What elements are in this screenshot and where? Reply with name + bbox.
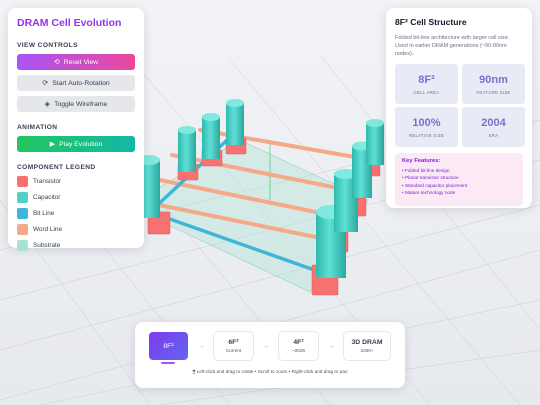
timeline-step-8f2[interactable]: 8F² [149,332,188,360]
word-line-swatch [17,224,28,235]
key-features-box: Key Features: • Folded bit-line design •… [395,153,523,206]
step-label: 4F² [293,339,304,346]
timeline-step-3d-dram[interactable]: 3D DRAM 2030+ [344,332,390,360]
reset-view-button[interactable]: ⟲ Reset View [17,54,135,70]
metric-label: RELATIVE SIZE [408,132,445,138]
metric-value: 2004 [481,116,506,129]
key-features-title: Key Features: [402,158,441,164]
legend-label: Substrate [33,242,61,249]
feature-item: • Planar transistor structure [402,175,459,181]
play-evolution-button[interactable]: ▶ Play Evolution [17,136,135,152]
substrate-swatch [17,240,28,251]
rotate-icon: ⟳ [42,79,49,87]
auto-rotation-label: Start Auto-Rotation [52,79,110,87]
metric-cell-area: 8F² CELL AREA [395,64,458,104]
reset-view-label: Reset View [63,58,99,66]
arrow-right-icon: → [197,342,205,350]
arrow-right-icon: → [262,342,270,350]
active-step-indicator [161,362,175,364]
metric-value: 90nm [479,73,508,86]
step-sub: Current [225,348,242,353]
legend-label: Word Line [33,226,63,233]
arrow-right-icon: → [327,342,335,350]
evolution-timeline: 8F² → 6F² Current → 4F² ~2028 → 3D DRAM … [135,322,405,388]
feature-item: • Mature technology node [402,190,456,196]
metrics-grid: 8F² CELL AREA 90nm FEATURE SIZE 100% REL… [395,64,525,147]
animation-heading: ANIMATION [17,124,58,131]
cube-icon: ◈ [44,100,51,108]
legend-label: Capacitor [33,194,61,201]
step-label: 3D DRAM [351,339,383,346]
reset-icon: ⟲ [53,58,60,66]
panel-title: DRAM Cell Evolution [17,17,122,29]
auto-rotation-button[interactable]: ⟳ Start Auto-Rotation [17,75,135,91]
bit-line-swatch [17,208,28,219]
legend-heading: COMPONENT LEGEND [17,164,96,171]
legend-item-word-line: Word Line [17,224,135,235]
view-controls-heading: VIEW CONTROLS [17,42,78,49]
legend-item-capacitor: Capacitor [17,192,135,203]
legend-label: Transistor [33,178,62,185]
feature-item: • Standard capacitor placement [402,182,468,188]
controls-hint: 🖱 Left-click and drag to rotate • Scroll… [192,369,348,374]
step-label: 8F² [163,342,174,350]
capacitor-swatch [17,192,28,203]
legend-item-bit-line: Bit Line [17,208,135,219]
transistor-swatch [17,176,28,187]
toggle-wireframe-label: Toggle Wireframe [54,100,108,108]
metric-relative-size: 100% RELATIVE SIZE [395,107,458,147]
step-sub: ~2028 [292,348,305,353]
metric-era: 2004 ERA [462,107,525,147]
info-description: Folded bit-line architecture with larger… [395,35,510,57]
controls-panel: DRAM Cell Evolution VIEW CONTROLS ⟲ Rese… [8,8,144,251]
step-label: 6F² [228,339,239,346]
metric-label: FEATURE SIZE [476,89,511,95]
feature-item: • Folded bit-line design [402,168,450,173]
metric-value: 8F² [418,73,435,86]
metric-feature-size: 90nm FEATURE SIZE [462,64,525,104]
metric-label: ERA [488,132,499,138]
play-icon: ▶ [49,140,56,148]
legend-label: Bit Line [33,210,55,217]
timeline-step-4f2[interactable]: 4F² ~2028 [279,332,318,360]
info-panel: 8F² Cell Structure Folded bit-line archi… [386,8,532,208]
metric-label: CELL AREA [413,89,440,95]
step-sub: 2030+ [360,348,374,353]
info-title: 8F² Cell Structure [395,17,467,27]
metric-value: 100% [412,116,441,129]
timeline-step-6f2[interactable]: 6F² Current [214,332,253,360]
legend-item-substrate: Substrate [17,240,135,251]
legend-item-transistor: Transistor [17,176,135,187]
timeline-steps: 8F² → 6F² Current → 4F² ~2028 → 3D DRAM … [149,332,391,360]
play-evolution-label: Play Evolution [59,140,103,148]
toggle-wireframe-button[interactable]: ◈ Toggle Wireframe [17,96,135,112]
